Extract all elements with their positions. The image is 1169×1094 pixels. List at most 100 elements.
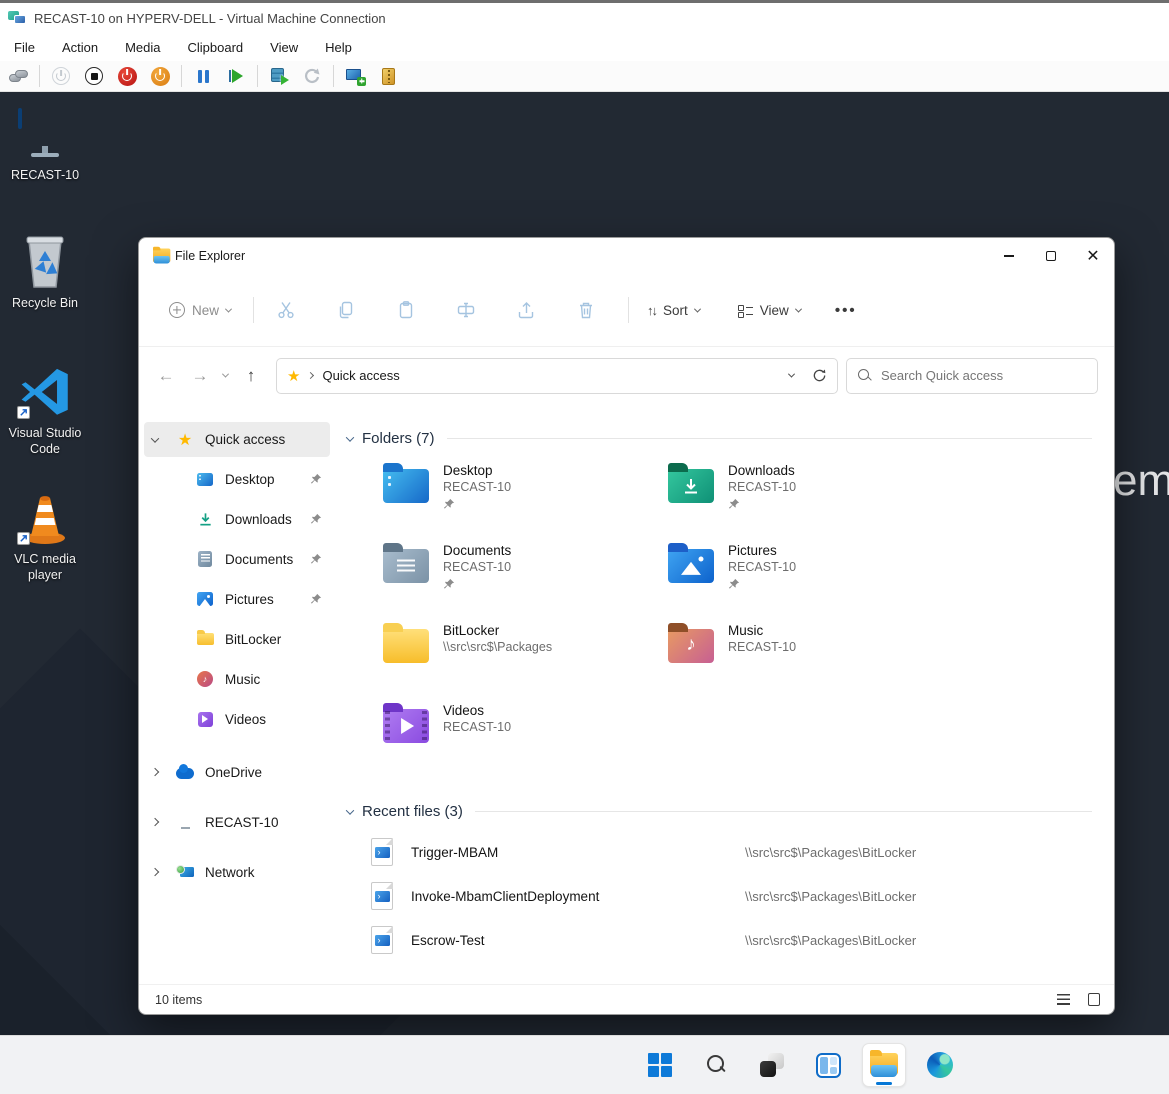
- taskbar-file-explorer-button[interactable]: [862, 1043, 906, 1087]
- powershell-file-icon: ›: [371, 926, 393, 954]
- sidebar-item-bitlocker[interactable]: BitLocker: [144, 619, 330, 659]
- recent-file-row[interactable]: › Escrow-Test \\src\src$\Packages\BitLoc…: [371, 918, 1092, 962]
- save-vm-icon[interactable]: [148, 64, 172, 88]
- maximize-button[interactable]: [1030, 239, 1072, 273]
- menu-file[interactable]: File: [14, 40, 35, 55]
- folder-tile-music[interactable]: ♪ Music RECAST-10: [668, 621, 953, 701]
- shut-down-icon[interactable]: [115, 64, 139, 88]
- share-icon[interactable]: [508, 292, 544, 328]
- chevron-right-icon[interactable]: [152, 819, 176, 825]
- search-input[interactable]: [881, 368, 1087, 383]
- menu-view[interactable]: View: [270, 40, 298, 55]
- recent-files-section-header[interactable]: Recent files (3): [347, 803, 1092, 820]
- sidebar-item-quick-access[interactable]: ★ Quick access: [144, 422, 330, 457]
- back-icon[interactable]: ←: [149, 359, 183, 393]
- folder-name: Music: [728, 623, 796, 638]
- sort-button[interactable]: ↑↓ Sort: [647, 303, 700, 318]
- copy-icon[interactable]: [328, 292, 364, 328]
- chevron-right-icon[interactable]: [152, 769, 176, 775]
- sidebar-item-documents[interactable]: Documents: [144, 539, 330, 579]
- menu-help[interactable]: Help: [325, 40, 352, 55]
- section-chevron-icon[interactable]: [346, 806, 354, 814]
- minimize-button[interactable]: [988, 239, 1030, 273]
- windows-logo-icon: [648, 1053, 672, 1077]
- taskbar-edge-button[interactable]: [918, 1043, 962, 1087]
- toolbar-separator: [39, 65, 40, 87]
- list-view-icon[interactable]: [1057, 994, 1070, 1005]
- address-dropdown-icon[interactable]: [788, 371, 795, 378]
- step-icon[interactable]: [224, 64, 248, 88]
- folder-tile-videos[interactable]: Videos RECAST-10: [383, 701, 668, 781]
- start-vm-icon[interactable]: [49, 64, 73, 88]
- desktop-icon-vlc[interactable]: VLC media player: [2, 490, 88, 583]
- chevron-down-icon: [225, 305, 232, 312]
- sidebar-item-label: Documents: [225, 552, 293, 567]
- folder-tile-downloads[interactable]: Downloads RECAST-10: [668, 461, 953, 541]
- folder-tile-desktop[interactable]: Desktop RECAST-10: [383, 461, 668, 541]
- folder-location: RECAST-10: [443, 480, 511, 494]
- menu-clipboard[interactable]: Clipboard: [188, 40, 244, 55]
- folders-section-header[interactable]: Folders (7): [347, 430, 1092, 447]
- sidebar-item-videos[interactable]: Videos: [144, 699, 330, 739]
- forward-icon[interactable]: →: [183, 359, 217, 393]
- view-button[interactable]: View: [738, 303, 801, 318]
- large-icons-view-icon[interactable]: [1088, 993, 1100, 1006]
- section-chevron-icon[interactable]: [346, 433, 354, 441]
- sidebar-item-desktop[interactable]: Desktop: [144, 459, 330, 499]
- checkpoint-icon[interactable]: [267, 64, 291, 88]
- address-bar[interactable]: ★ Quick access: [276, 358, 838, 394]
- more-icon[interactable]: •••: [835, 302, 857, 319]
- ctrl-alt-del-icon[interactable]: [6, 64, 30, 88]
- explorer-titlebar[interactable]: File Explorer ✕: [139, 238, 1114, 274]
- up-icon[interactable]: ↑: [234, 359, 268, 393]
- new-button[interactable]: New: [169, 302, 231, 318]
- recent-file-row[interactable]: › Invoke-MbamClientDeployment \\src\src$…: [371, 874, 1092, 918]
- folder-tile-pictures[interactable]: Pictures RECAST-10: [668, 541, 953, 621]
- taskbar-search-button[interactable]: [694, 1043, 738, 1087]
- breadcrumb-chevron-icon[interactable]: [307, 372, 314, 379]
- rename-icon[interactable]: [448, 292, 484, 328]
- commandbar-separator: [253, 297, 254, 323]
- menu-action[interactable]: Action: [62, 40, 98, 55]
- desktop-icon-label: VLC media player: [2, 552, 88, 583]
- sidebar-item-this-pc[interactable]: RECAST-10: [144, 797, 330, 847]
- enhanced-session-icon[interactable]: [343, 64, 367, 88]
- sidebar-item-network[interactable]: Network: [144, 847, 330, 897]
- chevron-down-icon[interactable]: [152, 437, 176, 443]
- sidebar-item-pictures[interactable]: Pictures: [144, 579, 330, 619]
- pause-icon[interactable]: [191, 64, 215, 88]
- close-button[interactable]: ✕: [1072, 239, 1114, 273]
- cut-icon[interactable]: [268, 292, 304, 328]
- paste-icon[interactable]: [388, 292, 424, 328]
- network-icon: [176, 863, 194, 881]
- task-view-button[interactable]: [750, 1043, 794, 1087]
- folder-tile-bitlocker[interactable]: BitLocker \\src\src$\Packages: [383, 621, 668, 701]
- delete-icon[interactable]: [568, 292, 604, 328]
- sidebar-item-onedrive[interactable]: OneDrive: [144, 747, 330, 797]
- start-button[interactable]: [638, 1043, 682, 1087]
- folder-name: Documents: [443, 543, 511, 558]
- powershell-file-icon: ›: [371, 882, 393, 910]
- refresh-icon[interactable]: [812, 368, 827, 383]
- task-view-icon: [759, 1052, 785, 1078]
- history-chevron-icon[interactable]: [222, 371, 229, 378]
- revert-icon[interactable]: [300, 64, 324, 88]
- desktop-icon-vscode[interactable]: Visual Studio Code: [2, 364, 88, 457]
- folder-tile-documents[interactable]: Documents RECAST-10: [383, 541, 668, 621]
- sidebar-item-downloads[interactable]: Downloads: [144, 499, 330, 539]
- folder-location: RECAST-10: [443, 720, 511, 734]
- turn-off-icon[interactable]: [82, 64, 106, 88]
- menu-media[interactable]: Media: [125, 40, 160, 55]
- share-file-icon[interactable]: [376, 64, 400, 88]
- recent-file-row[interactable]: › Trigger-MBAM \\src\src$\Packages\BitLo…: [371, 830, 1092, 874]
- breadcrumb-location[interactable]: Quick access: [322, 368, 399, 383]
- sidebar-item-music[interactable]: ♪ Music: [144, 659, 330, 699]
- file-explorer-window: File Explorer ✕ New: [138, 237, 1115, 1015]
- widgets-button[interactable]: [806, 1043, 850, 1087]
- desktop-icon-recycle-bin[interactable]: Recycle Bin: [2, 234, 88, 312]
- chevron-right-icon[interactable]: [152, 869, 176, 875]
- desktop-icon-label: RECAST-10: [11, 168, 79, 184]
- desktop-icon-this-pc[interactable]: RECAST-10: [2, 106, 88, 184]
- search-box[interactable]: [846, 358, 1098, 394]
- recycle-bin-icon: [16, 234, 74, 290]
